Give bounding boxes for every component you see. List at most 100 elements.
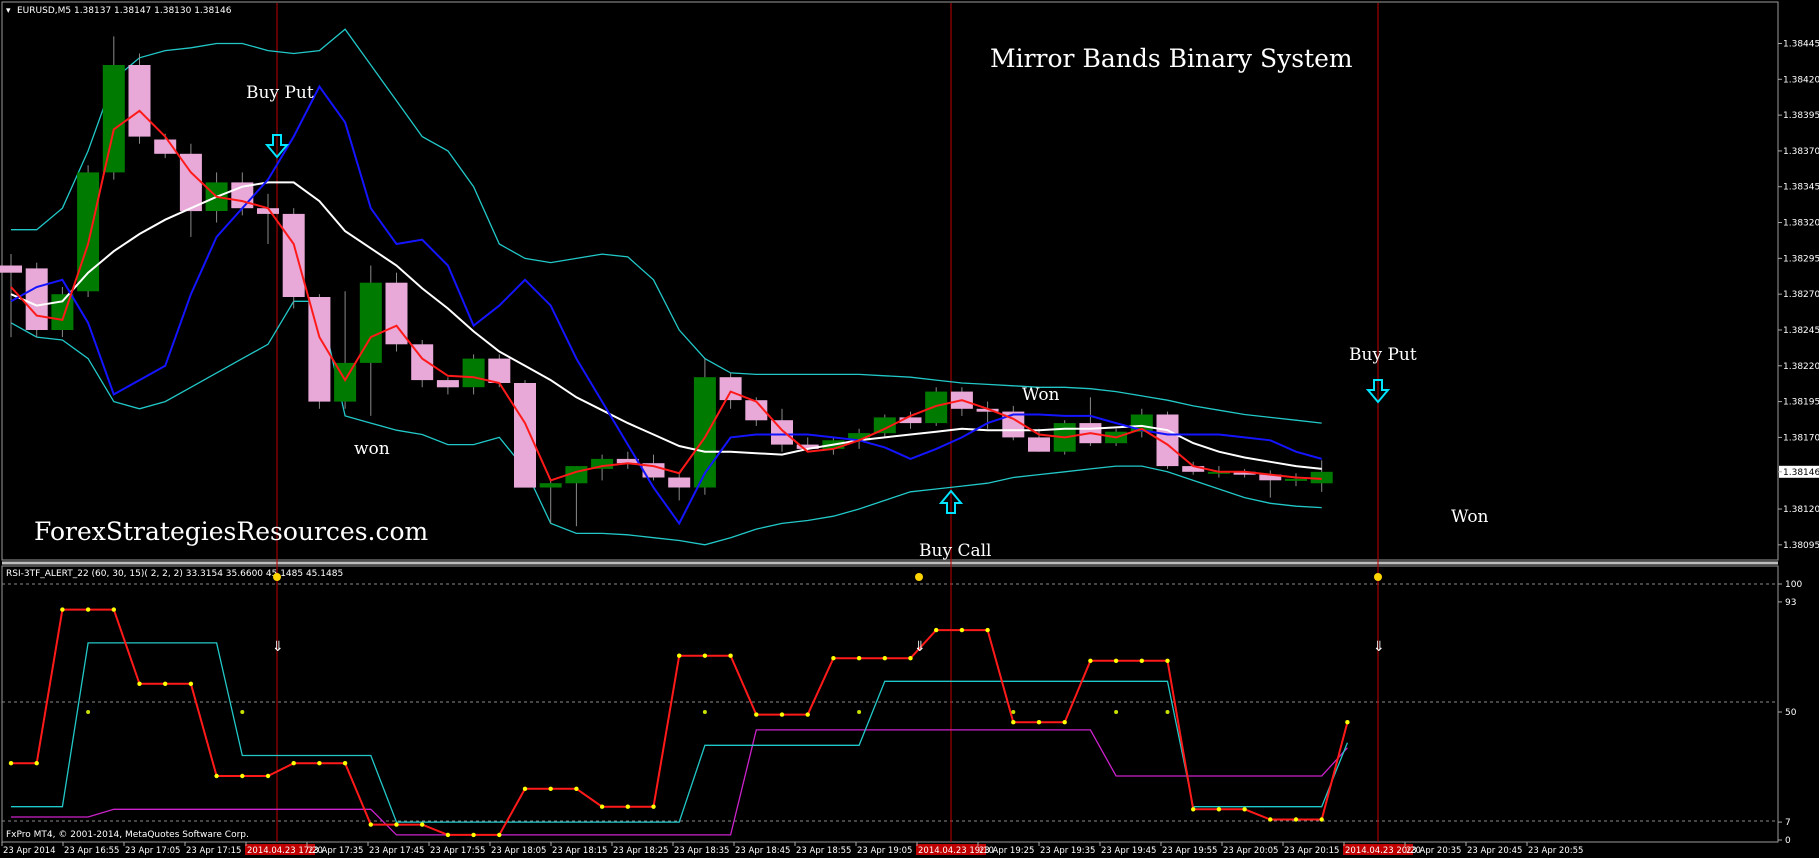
chart-title: Mirror Bands Binary System [990,44,1353,73]
rsi-point [497,832,502,838]
rsi-point [1319,817,1324,822]
candle-body [719,377,742,401]
time-tick-label: 23 Apr 17:45 [369,846,424,856]
chevron-down-icon[interactable]: ▾ [6,6,11,16]
symbol-header: EURUSD,M5 1.38137 1.38147 1.38130 1.3814… [17,6,232,16]
rsi-point [1062,720,1067,725]
down-arrow-icon: ⇓ [914,639,926,655]
rsi-mid-dot [1114,710,1119,714]
rsi-point [1345,720,1350,725]
time-tick-label: 23 Apr 18:35 [674,846,729,856]
indicator-header: RSI-3TF_ALERT_22 (60, 30, 15)( 2, 2, 2) … [6,569,343,579]
alert-dot [273,573,281,581]
price-tick-label: 1.38370 [1783,147,1819,157]
price-tick-label: 1.38120 [1783,505,1819,515]
copyright-text: FxPro MT4, © 2001-2014, MetaQuotes Softw… [6,830,249,840]
rsi-mid-dot [857,710,862,714]
candle-body [693,377,716,488]
time-tick-label: 23 Apr 20:55 [1528,846,1583,856]
time-tick-label: 23 Apr 19:55 [1162,846,1217,856]
rsi-mid-dot [1011,710,1016,714]
rsi-point [754,712,759,717]
time-tick-label: 23 Apr 20:35 [1406,846,1461,856]
rsi-point [317,761,322,766]
rsi-point [856,656,862,661]
rsi-point [548,786,553,791]
price-tick-label: 1.38445 [1783,40,1819,50]
rsi-point [394,822,399,827]
rsi-point [574,786,579,791]
rsi-tick-label: 0 [1785,836,1791,846]
price-axis: 1.38445 1.38420 1.38395 1.38370 1.38345 1.383… [1778,40,1819,551]
alert-dot [915,573,923,581]
alert-dot [1374,573,1382,581]
buy-put-label-2: Buy Put [1349,345,1417,365]
rsi-point [1011,720,1016,725]
rsi-tick-label: 50 [1785,708,1797,718]
price-tick-label: 1.38320 [1783,219,1819,229]
rsi-tick-label: 100 [1785,580,1802,590]
rsi-point [1165,658,1170,663]
time-tick-label: 23 Apr 16:55 [64,846,119,856]
rsi-point [522,786,528,791]
candle-body [925,391,948,424]
rsi-point [188,681,194,686]
rsi-mid-dot [702,710,707,714]
candle-body [668,477,691,488]
rsi-point [677,653,682,658]
time-tick-label: 23 Apr 17:55 [430,846,485,856]
price-tick-label: 1.38295 [1783,254,1819,264]
rsi-point [1293,817,1299,822]
time-tick-label: 23 Apr 18:15 [552,846,607,856]
price-tick-label: 1.38345 [1783,183,1819,193]
price-tick-label: 1.38170 [1783,433,1819,443]
mt4-chart-window[interactable]: 1.38445 1.38420 1.38395 1.38370 1.38345 1.383… [0,0,1819,858]
rsi-point [831,656,836,661]
rsi-point [599,804,605,809]
rsi-point [291,761,296,766]
rsi-tick-label: 7 [1785,818,1791,828]
price-tick-label: 1.38095 [1783,541,1819,551]
rsi-point [111,607,117,612]
rsi-point [471,832,476,838]
rsi-mid-dot [1165,710,1170,714]
rsi-point [651,804,656,809]
time-tick-label: 23 Apr 18:55 [796,846,851,856]
rsi-point [214,773,219,779]
price-tick-label: 1.38420 [1783,75,1819,85]
buy-put-label-1: Buy Put [246,83,314,103]
candle-body [1285,478,1307,481]
time-tick-label: 23 Apr 2014 [3,846,56,856]
rsi-point [1113,658,1119,663]
rsi-point [959,627,965,633]
won-label-1: won [354,439,390,459]
time-tick-label: 23 Apr 19:25 [979,846,1034,856]
time-tick-label: 23 Apr 18:25 [613,846,668,856]
rsi-mid-dot [240,710,245,714]
candle-body [0,265,22,273]
time-tick-label: 23 Apr 17:15 [186,846,241,856]
rsi-point [60,607,65,612]
time-tick-label: 23 Apr 19:05 [857,846,912,856]
rsi-point [240,773,245,779]
price-tick-label: 1.38146 [1783,468,1819,478]
candle-body [25,268,48,330]
time-tick-label: 23 Apr 19:35 [1040,846,1095,856]
price-tick-label: 1.38220 [1783,362,1819,372]
rsi-point [779,712,785,717]
rsi-point [908,656,913,661]
rsi-point [1268,817,1273,822]
won-label-2: Won [1022,385,1060,405]
rsi-point [137,681,142,686]
watermark: ForexStrategiesResources.com [34,517,429,546]
candle-body [771,420,793,445]
buy-call-label: Buy Call [919,541,991,561]
rsi-point [728,653,733,658]
rsi-point [342,761,348,766]
price-tick-label: 1.38245 [1783,326,1819,336]
rsi-mid-dot [86,710,91,714]
time-tick-label: 23 Apr 17:05 [125,846,180,856]
candle-body [1028,437,1050,452]
rsi-point [702,653,708,658]
candle-body [282,213,305,297]
